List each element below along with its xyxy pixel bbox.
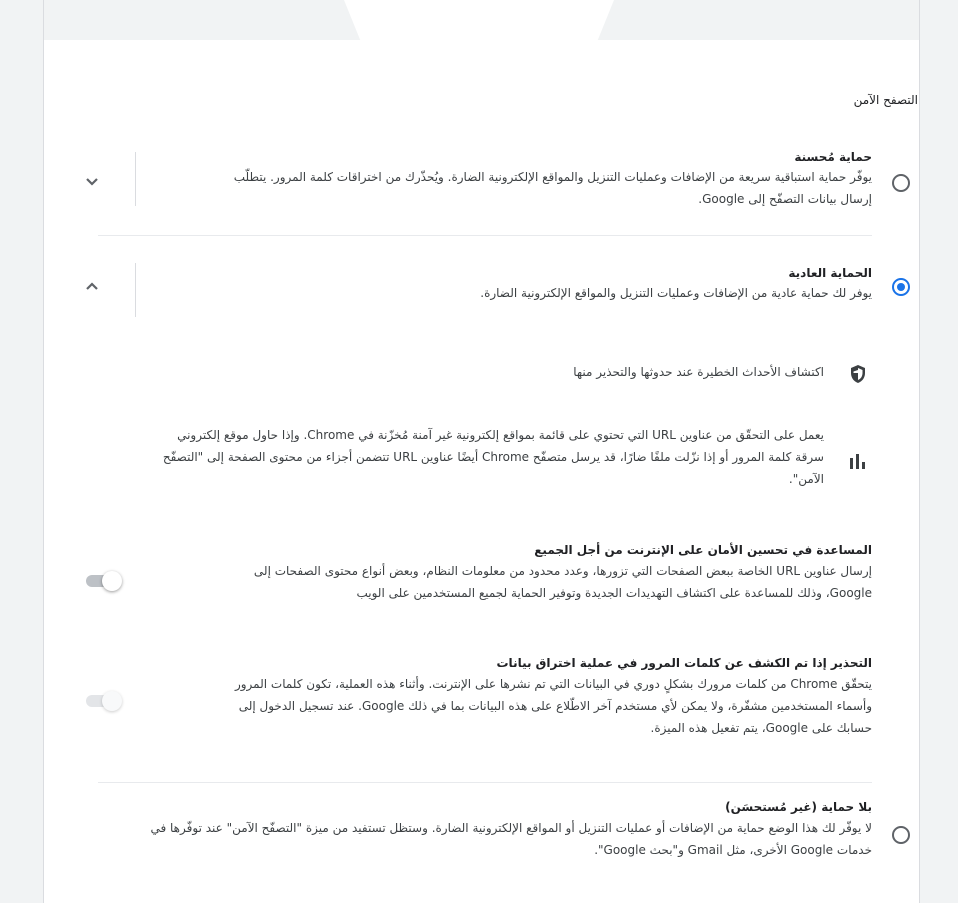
- shield-icon: [849, 364, 867, 384]
- standard-protection-title: الحماية العادية: [788, 266, 872, 280]
- password-breach-title: التحذير إذا تم الكشف عن كلمات المرور في …: [496, 656, 873, 670]
- no-protection-description: لا يوفّر لك هذا الوضع حماية من الإضافات …: [62, 817, 872, 861]
- no-protection-radio[interactable]: [892, 826, 910, 844]
- expand-enhanced-button[interactable]: [80, 170, 104, 194]
- improve-security-title: المساعدة في تحسين الأمان على الإنترنت من…: [534, 543, 872, 557]
- divider-1: [98, 235, 872, 236]
- url-check-line1: يعمل على التحقّق من عناوين URL التي تحتو…: [177, 428, 824, 442]
- chevron-up-icon: [86, 282, 98, 290]
- toggle-knob: [102, 571, 122, 591]
- standard-protection-radio[interactable]: [892, 278, 910, 296]
- chevron-down-icon: [86, 178, 98, 186]
- password-breach-description: يتحقّق Chrome من كلمات مرورك بشكلٍ دوري …: [152, 673, 872, 739]
- standard-separator: [135, 263, 136, 317]
- settings-card: التصفح الآمن حماية مُحسنة يوفّر حماية اس…: [43, 0, 920, 903]
- improve-security-description: إرسال عناوين URL الخاصة ببعض الصفحات الت…: [152, 560, 872, 604]
- safe-browsing-heading: التصفح الآمن: [853, 93, 918, 107]
- standard-protection-description: يوفر لك حماية عادية من الإضافات وعمليات …: [480, 286, 872, 300]
- enhanced-protection-title: حماية مُحسنة: [794, 150, 872, 164]
- improve-security-toggle[interactable]: [84, 570, 122, 592]
- url-check-line3: الآمن".: [788, 472, 824, 486]
- enhanced-desc-line2: إرسال بيانات التصفّح إلى Google.: [698, 192, 872, 206]
- divider-2: [98, 782, 872, 783]
- no-protection-title: بلا حماية (غير مُستحسَن): [725, 800, 872, 814]
- breach-line3: حسابك على Google، يتم تفعيل هذه الميزة.: [650, 721, 873, 735]
- breach-line1: يتحقّق Chrome من كلمات مرورك بشكلٍ دوري …: [234, 677, 872, 691]
- card-top-strip: [44, 0, 919, 40]
- breach-line2: وأسماء المستخدمين مشفّرة، ولا يمكن لأي م…: [238, 699, 872, 713]
- detect-dangerous-events-text: اكتشاف الأحداث الخطيرة عند حدوثها والتحذ…: [573, 365, 824, 379]
- enhanced-desc-line1: يوفّر حماية استباقية سريعة من الإضافات و…: [233, 170, 872, 184]
- no-protection-line1: لا يوفّر لك هذا الوضع حماية من الإضافات …: [150, 821, 872, 835]
- url-check-line2: سرقة كلمة المرور أو إذا نزّلت ملفًا ضارً…: [162, 450, 824, 464]
- toggle-knob: [102, 691, 122, 711]
- enhanced-protection-description: يوفّر حماية استباقية سريعة من الإضافات و…: [132, 166, 872, 210]
- card-tab-shape: [344, 0, 614, 40]
- enhanced-protection-radio[interactable]: [892, 174, 910, 192]
- password-breach-toggle[interactable]: [84, 690, 122, 712]
- enhanced-separator: [135, 152, 136, 206]
- bar-chart-icon: [848, 453, 866, 469]
- improve-line1: إرسال عناوين URL الخاصة ببعض الصفحات الت…: [253, 564, 872, 578]
- collapse-standard-button[interactable]: [80, 274, 104, 298]
- improve-line2: Google، وذلك للمساعدة على اكتشاف التهديد…: [356, 586, 872, 600]
- no-protection-line2: خدمات Google الأخرى، مثل Gmail و"بحث Goo…: [594, 843, 872, 857]
- url-check-description: يعمل على التحقّق من عناوين URL التي تحتو…: [44, 424, 824, 490]
